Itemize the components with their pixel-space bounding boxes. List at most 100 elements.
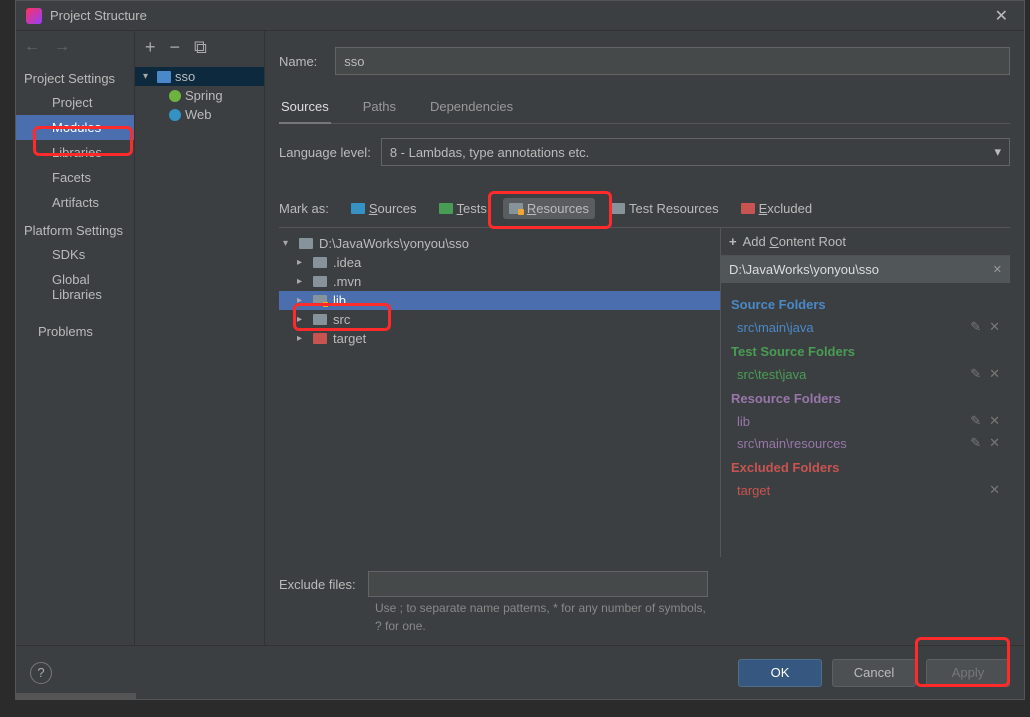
fs-row-.mvn[interactable]: ▸ .mvn [279, 272, 720, 291]
fs-label: target [333, 331, 366, 346]
module-sso[interactable]: ▾ sso [135, 67, 264, 86]
nav-modules[interactable]: Modules [16, 115, 134, 140]
root-group-title: Source Folders [731, 297, 1000, 312]
chevron-right-icon: ▸ [297, 295, 307, 306]
help-button[interactable]: ? [30, 662, 52, 684]
mark-excluded-button[interactable]: Excluded [735, 198, 818, 219]
back-icon[interactable]: ← [22, 36, 42, 58]
nav-problems[interactable]: Problems [16, 319, 134, 344]
ok-button[interactable]: OK [738, 659, 822, 687]
left-nav: ← → Project Settings Project Modules Lib… [16, 31, 135, 645]
root-item[interactable]: lib [731, 410, 1000, 432]
left-nav-toolbar: ← → [16, 31, 134, 63]
nav-facets[interactable]: Facets [16, 165, 134, 190]
add-module-icon[interactable]: + [145, 37, 156, 58]
exclude-files-input[interactable] [368, 571, 708, 597]
forward-icon[interactable]: → [52, 36, 72, 58]
nav-project[interactable]: Project [16, 90, 134, 115]
edit-icon[interactable] [970, 366, 981, 382]
edit-icon[interactable] [970, 319, 981, 335]
project-structure-dialog: Project Structure ✕ ← → Project Settings… [15, 0, 1025, 700]
facet-spring[interactable]: Spring [135, 86, 264, 105]
plus-icon [729, 234, 737, 249]
add-content-root-label: Add Content Root [743, 234, 846, 249]
chevron-down-icon: ▾ [994, 144, 1001, 160]
chevron-down-icon: ▾ [283, 238, 293, 249]
edit-icon[interactable] [970, 435, 981, 451]
fs-row-target[interactable]: ▸ target [279, 329, 720, 348]
intellij-icon [26, 8, 42, 24]
chevron-right-icon: ▸ [297, 276, 307, 287]
folder-icon [313, 276, 327, 287]
fs-row-lib[interactable]: ▸lib [279, 291, 720, 310]
root-item[interactable]: target [731, 479, 1000, 501]
remove-content-root-icon[interactable] [993, 263, 1002, 276]
chevron-right-icon: ▸ [297, 333, 307, 344]
mark-tests-button[interactable]: Tests [433, 198, 493, 219]
root-item-actions [970, 413, 1000, 429]
content-root-path: D:\JavaWorks\yonyou\sso [729, 262, 879, 277]
nav-global-libraries[interactable]: Global Libraries [16, 267, 134, 307]
root-item-actions [989, 482, 1000, 498]
add-content-root[interactable]: Add Content Root [721, 228, 1010, 256]
module-tabs: Sources Paths Dependencies [279, 93, 1010, 124]
tab-paths[interactable]: Paths [361, 93, 398, 123]
nav-libraries[interactable]: Libraries [16, 140, 134, 165]
nav-sdks[interactable]: SDKs [16, 242, 134, 267]
nav-artifacts[interactable]: Artifacts [16, 190, 134, 215]
root-group-title: Excluded Folders [731, 460, 1000, 475]
fs-label: .idea [333, 255, 361, 270]
titlebar: Project Structure ✕ [16, 1, 1024, 31]
content-split: ▾ D:\JavaWorks\yonyou\sso ▸.idea▸.mvn▸li… [279, 227, 1010, 557]
fs-row-src[interactable]: ▸src [279, 310, 720, 329]
remove-icon[interactable] [989, 413, 1000, 429]
mark-resources-button[interactable]: Resources [503, 198, 595, 219]
remove-icon[interactable] [989, 366, 1000, 382]
language-level-dropdown[interactable]: 8 - Lambdas, type annotations etc. ▾ [381, 138, 1010, 166]
facet-label: Spring [185, 88, 223, 103]
body: ← → Project Settings Project Modules Lib… [16, 31, 1024, 645]
remove-icon[interactable] [989, 435, 1000, 451]
cancel-button[interactable]: Cancel [832, 659, 916, 687]
folder-icon [313, 295, 327, 306]
module-toolbar: + − ⧉ [135, 31, 264, 63]
root-item[interactable]: src\test\java [731, 363, 1000, 385]
tab-sources[interactable]: Sources [279, 93, 331, 124]
root-item[interactable]: src\main\resources [731, 432, 1000, 454]
folder-icon [313, 333, 327, 344]
test-resources-folder-icon [611, 203, 625, 214]
close-icon[interactable]: ✕ [989, 6, 1014, 26]
content-root-label: D:\JavaWorks\yonyou\sso [319, 236, 469, 251]
tab-dependencies[interactable]: Dependencies [428, 93, 515, 123]
content-root-row[interactable]: ▾ D:\JavaWorks\yonyou\sso [279, 234, 720, 253]
exclude-files-label: Exclude files: [279, 577, 356, 592]
apply-button[interactable]: Apply [926, 659, 1010, 687]
spring-icon [169, 90, 181, 102]
facet-web[interactable]: Web [135, 105, 264, 124]
mark-as-row: Mark as: Sources Tests Resources Test Re… [279, 198, 1010, 219]
excluded-folder-icon [741, 203, 755, 214]
root-item-label: src\main\resources [737, 436, 847, 451]
web-icon [169, 109, 181, 121]
remove-module-icon[interactable]: − [170, 37, 181, 58]
fs-label: .mvn [333, 274, 361, 289]
remove-icon[interactable] [989, 319, 1000, 335]
chevron-down-icon: ▾ [143, 71, 153, 82]
root-item-actions [970, 366, 1000, 382]
module-editor: Name: Sources Paths Dependencies Languag… [265, 31, 1024, 645]
folder-icon [299, 238, 313, 249]
remove-icon[interactable] [989, 482, 1000, 498]
copy-module-icon[interactable]: ⧉ [194, 37, 207, 58]
exclude-files-hint: Use ; to separate name patterns, * for a… [375, 599, 715, 635]
edit-icon[interactable] [970, 413, 981, 429]
name-input[interactable] [335, 47, 1010, 75]
exclude-files-row: Exclude files: [279, 571, 1010, 597]
mark-sources-button[interactable]: Sources [345, 198, 423, 219]
mark-test-resources-button[interactable]: Test Resources [605, 198, 725, 219]
root-item[interactable]: src\main\java [731, 316, 1000, 338]
fs-row-.idea[interactable]: ▸.idea [279, 253, 720, 272]
content-root-path-row[interactable]: D:\JavaWorks\yonyou\sso [721, 256, 1010, 283]
language-level-row: Language level: 8 - Lambdas, type annota… [279, 138, 1010, 166]
module-list-pane: + − ⧉ ▾ sso Spring Web [135, 31, 265, 645]
content-tree: ▾ D:\JavaWorks\yonyou\sso ▸.idea▸.mvn▸li… [279, 228, 720, 557]
